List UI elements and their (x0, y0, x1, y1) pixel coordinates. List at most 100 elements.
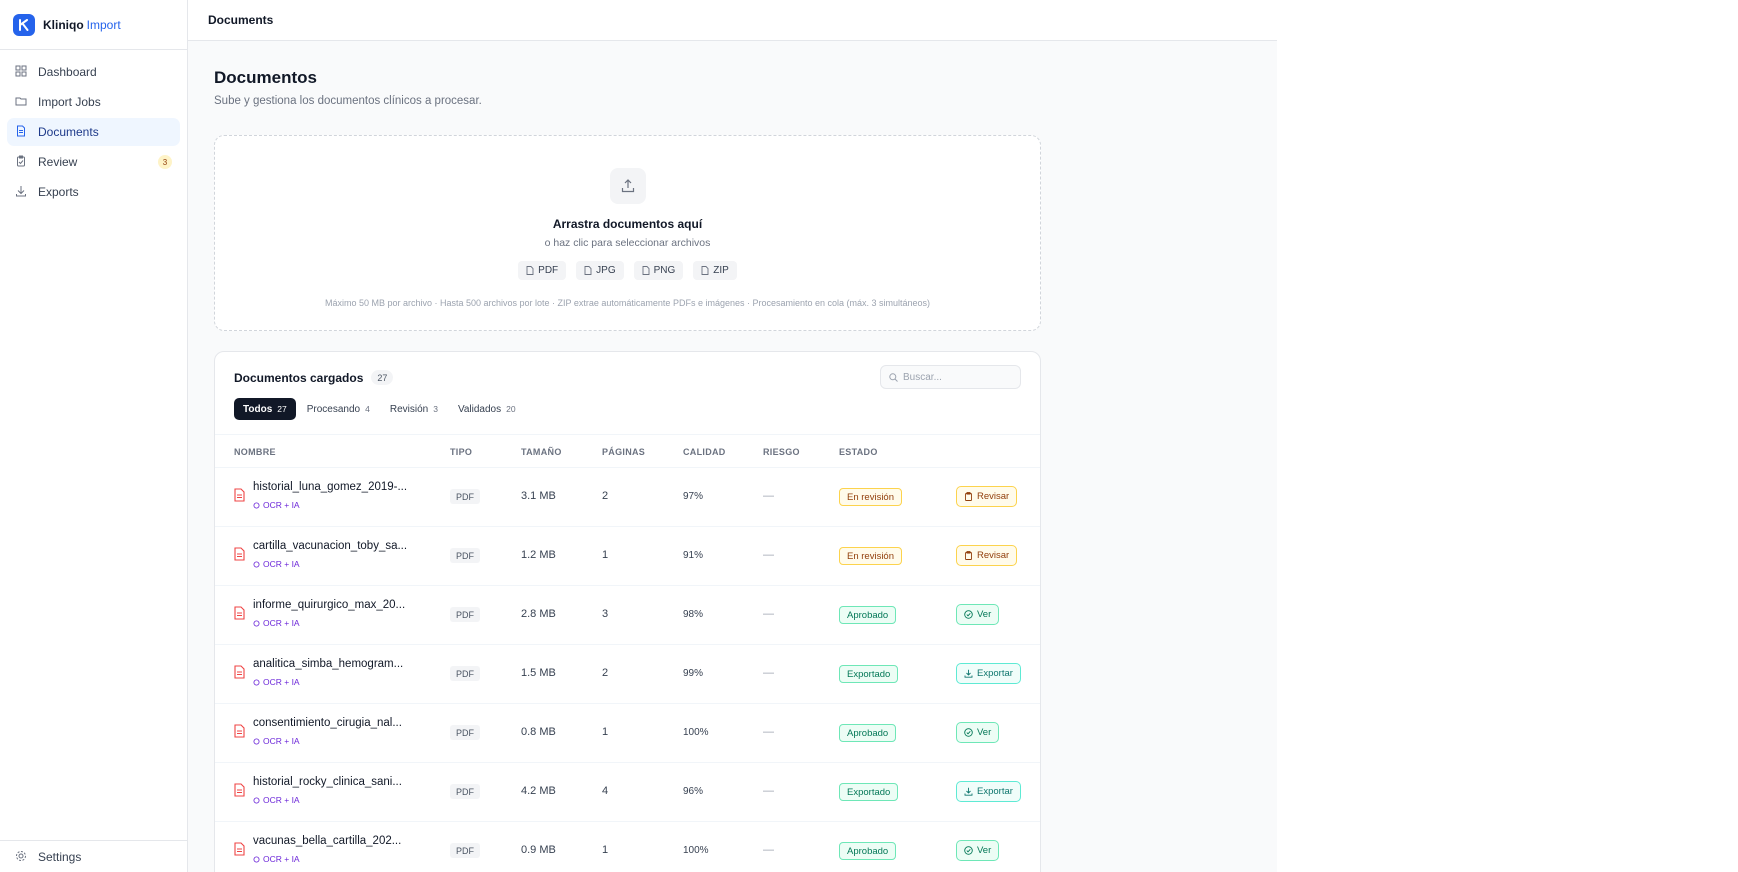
file-type-badge: PDF (450, 725, 480, 740)
row-action-button[interactable]: Ver (956, 722, 1000, 743)
pdf-file-icon (234, 842, 245, 856)
file-name[interactable]: historial_luna_gomez_2019-... (253, 481, 418, 493)
ocr-tag: OCR + IA (253, 677, 300, 687)
sparkle-icon (253, 502, 260, 508)
risk-value: — (763, 608, 774, 620)
sidebar-item-review[interactable]: Review 3 (7, 148, 180, 176)
table-row[interactable]: historial_luna_gomez_2019-... OCR + IA PDF… (215, 468, 1040, 527)
table-row[interactable]: analitica_simba_hemogram... OCR + IA PDF 1.… (215, 645, 1040, 704)
pdf-file-icon (234, 665, 245, 679)
sparkle-icon (253, 797, 260, 803)
status-badge: Exportado (839, 665, 899, 683)
risk-value: — (763, 549, 774, 561)
page-count: 2 (602, 490, 609, 502)
status-badge: En revisión (839, 488, 902, 506)
pdf-file-icon (234, 547, 245, 561)
column-header[interactable]: TIPO (450, 447, 472, 457)
brand[interactable]: Kliniqo Import (0, 0, 187, 50)
main-content: Documents Documentos Sube y gestiona los… (188, 0, 1277, 872)
gear-icon (15, 850, 29, 864)
column-header[interactable]: CALIDAD (683, 447, 726, 457)
row-action-button[interactable]: Exportar (956, 663, 1021, 684)
quality-score: 91% (683, 550, 704, 561)
risk-value: — (763, 785, 774, 797)
grid-icon (15, 65, 29, 79)
page-header: Documentos Sube y gestiona los documento… (214, 68, 482, 107)
sidebar-item-import-jobs[interactable]: Import Jobs (7, 88, 180, 116)
download-icon (964, 669, 973, 678)
column-header[interactable]: RIESGO (763, 447, 800, 457)
tab-revision[interactable]: Revisión 3 (381, 398, 447, 420)
table-row[interactable]: historial_rocky_clinica_sani... OCR + IA P… (215, 763, 1040, 822)
column-header[interactable]: PÁGINAS (602, 447, 645, 457)
check-circle-icon (964, 610, 973, 619)
file-type-badge: PDF (450, 784, 480, 799)
dropzone-title: Arrastra documentos aquí (552, 217, 703, 231)
tab-validados[interactable]: Validados 20 (449, 398, 525, 420)
file-name[interactable]: consentimiento_cirugia_nal... (253, 717, 418, 729)
pdf-file-icon (234, 488, 245, 502)
sidebar-item-dashboard[interactable]: Dashboard (7, 58, 180, 86)
row-action-button[interactable]: Ver (956, 840, 1000, 861)
file-type-badge: PDF (450, 843, 480, 858)
status-badge: En revisión (839, 547, 902, 565)
filter-tabs: Todos 27 Procesando 4 Revisión 3 Validados 2… (234, 398, 525, 420)
upload-dropzone[interactable]: Arrastra documentos aquí o haz clic para… (214, 135, 1041, 331)
quality-score: 96% (683, 786, 704, 797)
dropzone-subtitle: o haz clic para seleccionar archivos (544, 237, 711, 249)
search-input[interactable] (903, 371, 1003, 383)
brand-name: Kliniqo Import (43, 17, 121, 32)
review-count-badge: 3 (158, 155, 172, 169)
file-name[interactable]: informe_quirurgico_max_20... (253, 599, 418, 611)
dropzone-limits-note: Máximo 50 MB por archivo · Hasta 500 arc… (324, 298, 931, 308)
status-badge: Aprobado (839, 842, 897, 860)
column-header[interactable]: NOMBRE (234, 447, 276, 457)
sidebar-item-label: Documents (38, 125, 99, 139)
brand-accent: Import (86, 17, 121, 32)
page-count: 1 (602, 844, 609, 856)
sparkle-icon (253, 679, 260, 685)
quality-score: 100% (683, 845, 709, 856)
file-name[interactable]: analitica_simba_hemogram... (253, 658, 418, 670)
page-count: 1 (602, 726, 609, 738)
sidebar: Kliniqo Import Dashboard Import Jobs Docu… (0, 0, 188, 872)
file-type-badge: PDF (450, 607, 480, 622)
search-box[interactable] (880, 365, 1021, 389)
quality-score: 98% (683, 609, 704, 620)
table-header: Documentos cargados 27 (234, 370, 394, 385)
file-size: 1.2 MB (521, 549, 556, 561)
file-name[interactable]: vacunas_bella_cartilla_202... (253, 835, 418, 847)
row-action-button[interactable]: Ver (956, 604, 1000, 625)
quality-score: 100% (683, 727, 709, 738)
column-header[interactable]: ESTADO (839, 447, 878, 457)
tab-todos[interactable]: Todos 27 (234, 398, 296, 420)
ocr-tag: OCR + IA (253, 559, 300, 569)
file-size: 3.1 MB (521, 490, 556, 502)
check-circle-icon (964, 728, 973, 737)
ocr-tag: OCR + IA (253, 736, 300, 746)
tab-procesando[interactable]: Procesando 4 (298, 398, 379, 420)
document-icon (15, 125, 29, 139)
pdf-file-icon (234, 783, 245, 797)
table-row[interactable]: vacunas_bella_cartilla_202... OCR + IA PDF… (215, 822, 1040, 872)
table-row[interactable]: informe_quirurgico_max_20... OCR + IA PDF 2… (215, 586, 1040, 645)
row-action-button[interactable]: Revisar (956, 486, 1018, 507)
sidebar-item-documents[interactable]: Documents (7, 118, 180, 146)
status-badge: Aprobado (839, 724, 897, 742)
table-row[interactable]: cartilla_vacunacion_toby_sa... OCR + IA PD… (215, 527, 1040, 586)
pdf-file-icon (234, 606, 245, 620)
format-chip-png: PNG (633, 261, 684, 280)
ocr-tag: OCR + IA (253, 618, 300, 628)
table-row[interactable]: consentimiento_cirugia_nal... OCR + IA PDF… (215, 704, 1040, 763)
row-action-button[interactable]: Exportar (956, 781, 1021, 802)
file-name[interactable]: historial_rocky_clinica_sani... (253, 776, 418, 788)
row-action-button[interactable]: Revisar (956, 545, 1018, 566)
sidebar-item-label: Exports (38, 185, 79, 199)
column-header[interactable]: TAMAÑO (521, 447, 562, 457)
folder-icon (15, 95, 29, 109)
settings-link[interactable]: Settings (0, 840, 188, 872)
file-name[interactable]: cartilla_vacunacion_toby_sa... (253, 540, 418, 552)
sidebar-item-exports[interactable]: Exports (7, 178, 180, 206)
clipboard-icon (15, 155, 29, 169)
risk-value: — (763, 667, 774, 679)
